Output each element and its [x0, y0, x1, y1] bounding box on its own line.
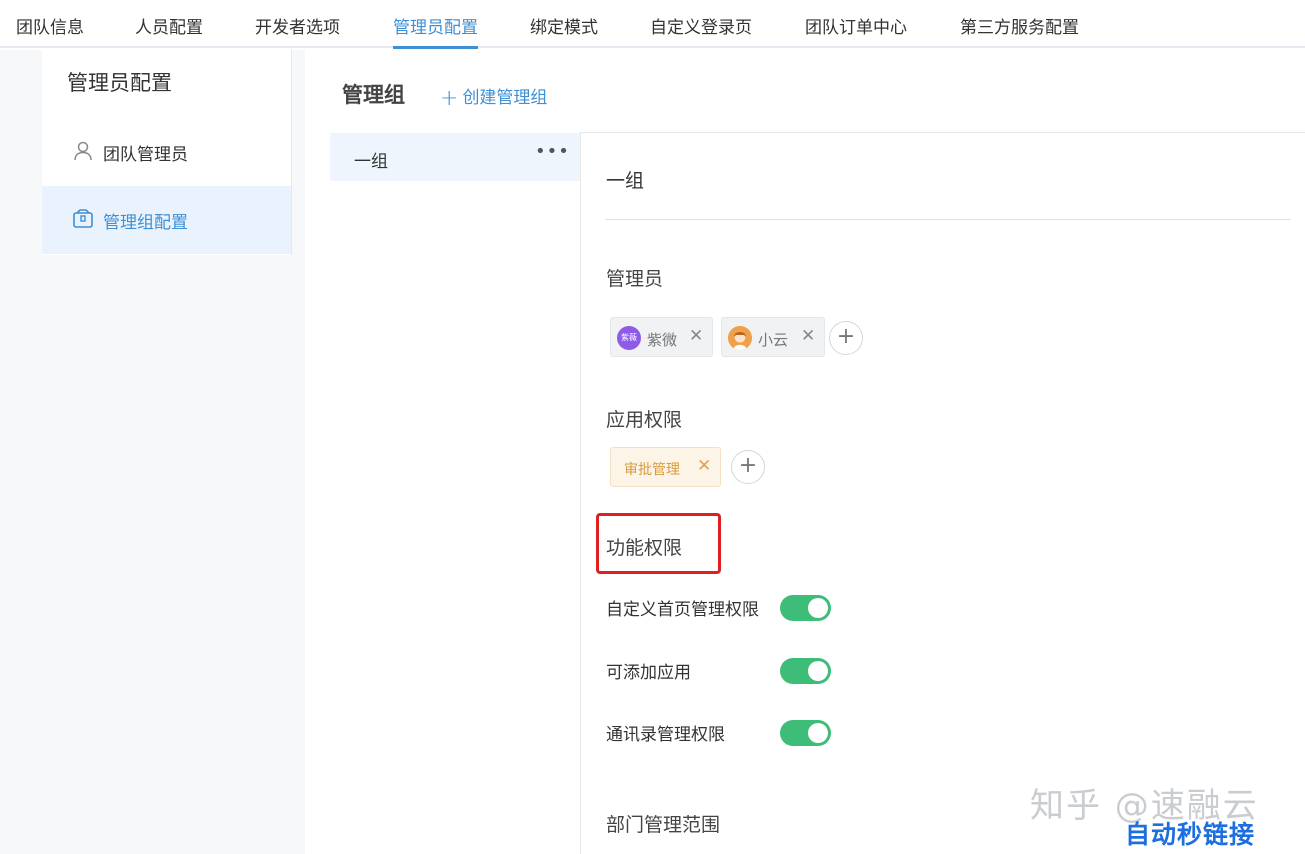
sidebar: 管理员配置 团队管理员 管理组配置 — [42, 50, 292, 255]
sidebar-item-group-config[interactable]: 管理组配置 — [42, 186, 291, 254]
top-tab-bar: 团队信息 人员配置 开发者选项 管理员配置 绑定模式 自定义登录页 团队订单中心… — [0, 0, 1305, 49]
admin-name: 紫微 — [647, 331, 678, 349]
tab-order-center[interactable]: 团队订单中心 — [805, 13, 907, 38]
tab-binding-mode[interactable]: 绑定模式 — [530, 13, 598, 38]
close-icon[interactable]: ✕ — [697, 456, 711, 476]
department-scope-label: 部门管理范围 — [606, 814, 721, 836]
permission-toggle[interactable] — [780, 720, 831, 746]
create-group-button[interactable]: + 创建管理组 — [440, 83, 547, 111]
create-group-label: 创建管理组 — [462, 88, 548, 108]
admin-chip: 紫薇 紫微 ✕ — [610, 317, 713, 357]
group-list-item[interactable]: 一组 ••• — [330, 133, 580, 181]
vertical-divider — [580, 133, 581, 854]
sidebar-item-label: 管理组配置 — [103, 213, 188, 233]
admin-name: 小云 — [758, 331, 789, 349]
page-title: 管理组 — [342, 83, 405, 107]
toggle-knob — [808, 723, 828, 743]
avatar: 紫薇 — [617, 326, 641, 350]
more-options-icon[interactable]: ••• — [535, 141, 570, 162]
tab-third-party[interactable]: 第三方服务配置 — [960, 13, 1079, 38]
user-icon — [72, 140, 94, 162]
add-admin-button[interactable]: + — [829, 321, 863, 355]
permission-label: 自定义首页管理权限 — [606, 600, 759, 620]
permission-toggle[interactable] — [780, 658, 831, 684]
permission-label: 通讯录管理权限 — [606, 725, 725, 745]
divider — [605, 219, 1291, 220]
app-name: 审批管理 — [624, 462, 680, 478]
watermark-logo-text: 自动秒链接 — [1125, 820, 1256, 849]
group-detail-title: 一组 — [606, 170, 645, 192]
group-name: 一组 — [354, 152, 388, 172]
sidebar-title: 管理员配置 — [67, 71, 172, 95]
add-app-button[interactable]: + — [731, 450, 765, 484]
highlight-annotation-box — [596, 513, 721, 574]
permission-toggle[interactable] — [780, 595, 831, 621]
admin-chip: 小云 ✕ — [721, 317, 825, 357]
tab-staff-config[interactable]: 人员配置 — [135, 13, 203, 38]
sidebar-item-team-admins[interactable]: 团队管理员 — [42, 118, 291, 186]
app-permission-label: 应用权限 — [606, 409, 683, 431]
avatar — [728, 326, 752, 350]
close-icon[interactable]: ✕ — [689, 326, 703, 346]
tab-team-info[interactable]: 团队信息 — [16, 13, 84, 38]
divider — [580, 132, 1305, 133]
tab-admin-config[interactable]: 管理员配置 — [393, 13, 478, 49]
close-icon[interactable]: ✕ — [801, 326, 815, 346]
toggle-knob — [808, 598, 828, 618]
tab-custom-login[interactable]: 自定义登录页 — [650, 13, 752, 38]
plus-icon: + — [440, 86, 459, 111]
toggle-knob — [808, 661, 828, 681]
app-permission-tag: 审批管理 ✕ — [610, 447, 721, 487]
sidebar-item-label: 团队管理员 — [103, 145, 188, 165]
tab-developer-options[interactable]: 开发者选项 — [255, 13, 340, 38]
group-box-icon — [72, 208, 94, 230]
admins-section-label: 管理员 — [606, 268, 664, 290]
permission-label: 可添加应用 — [606, 663, 691, 683]
